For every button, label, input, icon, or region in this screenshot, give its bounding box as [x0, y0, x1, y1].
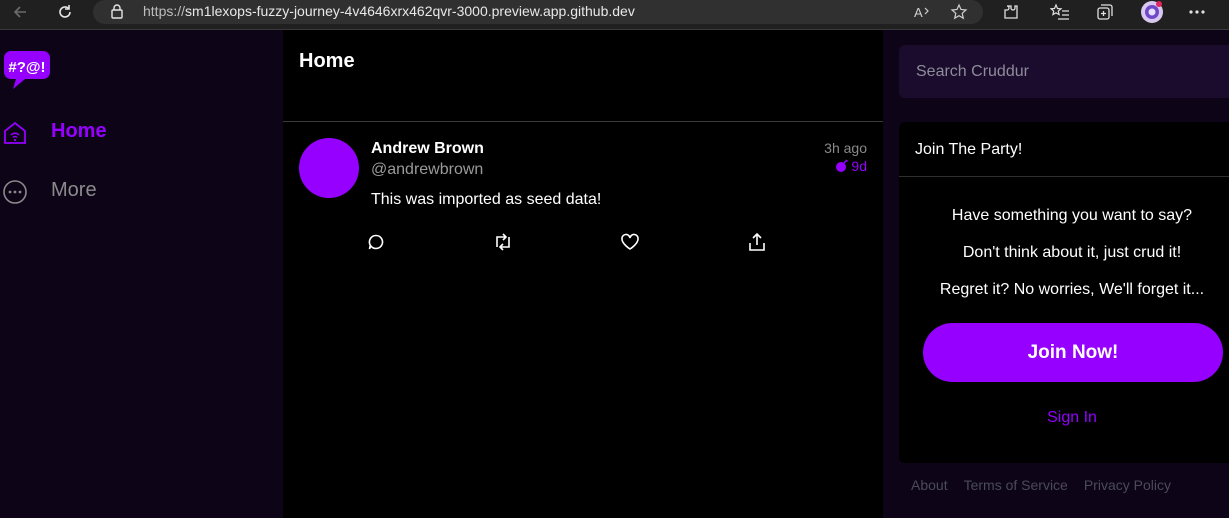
extensions-icon[interactable]: [1001, 1, 1021, 23]
refresh-button[interactable]: [50, 0, 80, 24]
back-arrow-icon: [13, 6, 26, 18]
back-button[interactable]: [5, 0, 35, 24]
activity-message: This was imported as seed data!: [371, 191, 602, 208]
collections-icon[interactable]: [1095, 1, 1115, 23]
footer-privacy-link[interactable]: Privacy Policy: [1084, 477, 1171, 493]
menu-item-more[interactable]: More: [0, 171, 283, 211]
join-now-button[interactable]: Join Now!: [923, 323, 1223, 382]
reply-icon: [368, 234, 384, 250]
logo-text: #?@!: [8, 59, 45, 76]
reply-button[interactable]: [365, 231, 387, 253]
svg-text:A: A: [914, 5, 923, 20]
join-line: Regret it? No worries, We'll forget it..…: [939, 281, 1205, 298]
menu-item-home[interactable]: Home: [0, 112, 283, 152]
menu-label-more: More: [51, 179, 97, 201]
footer-terms-link[interactable]: Terms of Service: [964, 477, 1068, 493]
page-title: Home: [299, 50, 355, 72]
join-line: Don't think about it, just crud it!: [962, 244, 1182, 261]
time-ago: 3h ago: [824, 140, 867, 156]
repost-icon: [496, 233, 510, 251]
favorite-star-icon[interactable]: [950, 1, 968, 23]
favorites-list-icon[interactable]: [1050, 1, 1070, 23]
read-aloud-icon[interactable]: A: [913, 1, 933, 23]
search-input[interactable]: [899, 45, 1229, 98]
repost-button[interactable]: [492, 231, 514, 253]
like-button[interactable]: [619, 231, 641, 253]
expires-at: 9d: [835, 158, 867, 174]
share-icon: [749, 232, 765, 251]
footer-links: About Terms of Service Privacy Policy: [911, 477, 1171, 493]
url-text: https://sm1lexops-fuzzy-journey-4v4646xr…: [143, 3, 635, 19]
main-feed: Home Andrew Brown @andrewbrown 3h ago 9d…: [283, 30, 883, 518]
footer-about-link[interactable]: About: [911, 477, 948, 493]
more-icon: [2, 179, 28, 210]
profile-avatar-icon[interactable]: [1140, 1, 1164, 23]
browser-toolbar: https://sm1lexops-fuzzy-journey-4v4646xr…: [0, 0, 1229, 30]
home-icon: [2, 120, 28, 151]
address-bar[interactable]: https://sm1lexops-fuzzy-journey-4v4646xr…: [93, 0, 983, 24]
user-handle[interactable]: @andrewbrown: [371, 161, 483, 179]
more-options-icon[interactable]: [1188, 1, 1206, 23]
heart-icon: [621, 233, 639, 250]
display-name[interactable]: Andrew Brown: [371, 140, 484, 158]
join-title: Join The Party!: [915, 141, 1023, 158]
right-column: Join The Party! Have something you want …: [883, 30, 1229, 518]
join-divider: [899, 176, 1229, 177]
avatar[interactable]: [299, 138, 359, 198]
left-sidebar: #?@! Home More: [0, 30, 283, 518]
refresh-icon: [59, 5, 71, 18]
sign-in-link[interactable]: Sign In: [899, 409, 1229, 427]
lock-icon: [111, 4, 123, 19]
join-line: Have something you want to say?: [951, 207, 1193, 224]
bomb-icon: [836, 159, 849, 172]
expires-label: 9d: [851, 158, 867, 174]
share-button[interactable]: [746, 231, 768, 253]
feed-divider: [283, 121, 883, 122]
cruddur-logo[interactable]: #?@!: [3, 49, 51, 96]
join-panel: Join The Party! Have something you want …: [899, 122, 1229, 463]
menu-label-home: Home: [51, 120, 107, 142]
search-box: [899, 45, 1229, 98]
